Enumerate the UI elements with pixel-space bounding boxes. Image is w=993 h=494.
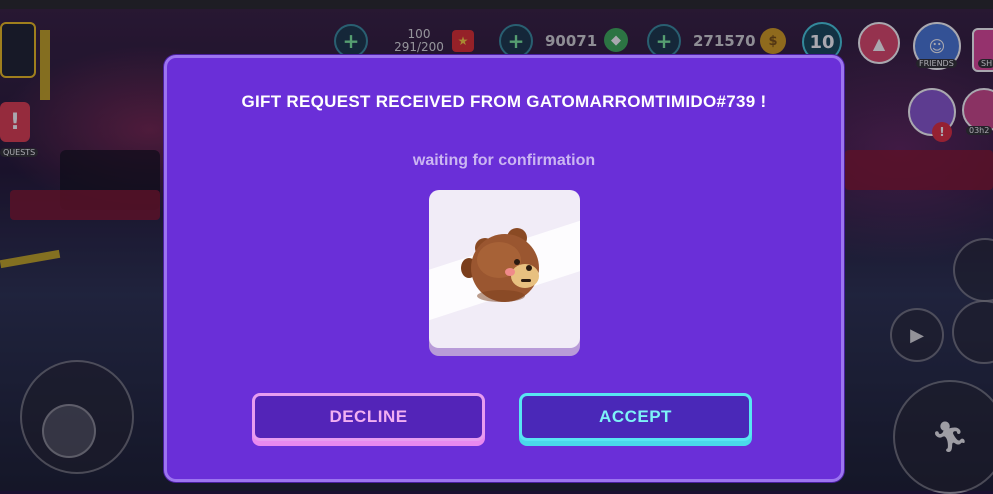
gift-item-card — [429, 190, 580, 348]
bear-face-icon — [461, 228, 539, 302]
gift-request-dialog: GIFT REQUEST RECEIVED FROM GATOMARROMTIM… — [164, 55, 844, 482]
decline-button[interactable]: DECLINE — [252, 393, 485, 441]
accept-button[interactable]: ACCEPT — [519, 393, 752, 441]
dialog-title: GIFT REQUEST RECEIVED FROM GATOMARROMTIM… — [241, 92, 767, 111]
confirmation-status: waiting for confirmation — [412, 152, 596, 169]
